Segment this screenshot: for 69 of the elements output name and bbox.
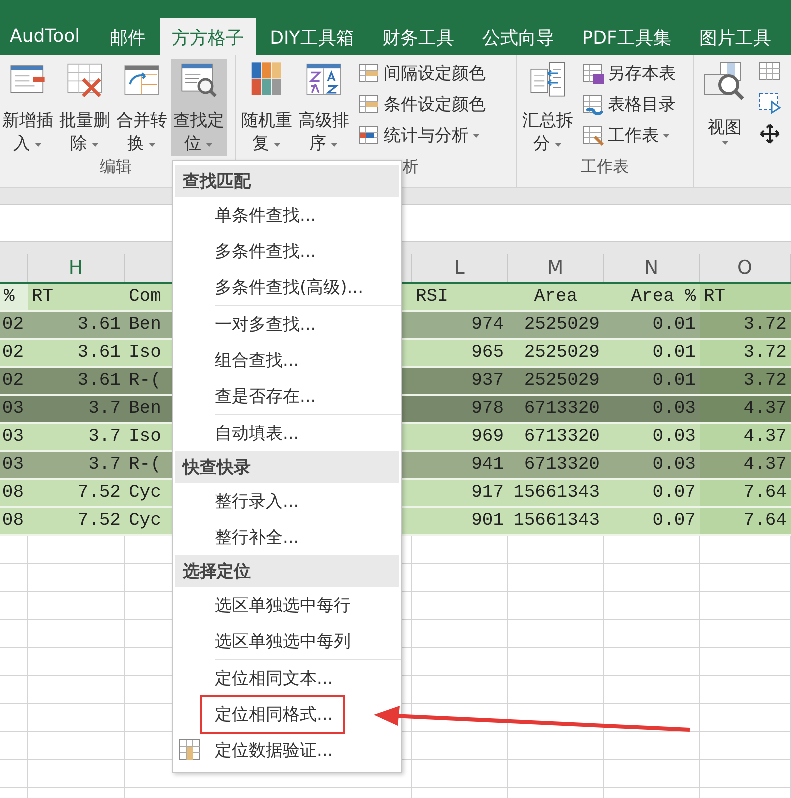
table-cell: 7.64 xyxy=(744,483,787,503)
table-cell: 3.72 xyxy=(744,343,787,363)
menu-section-header: 选择定位 xyxy=(175,555,399,587)
table-cell: 02 xyxy=(2,343,24,363)
table-cell: 4.37 xyxy=(744,427,787,447)
table-cell: 0.07 xyxy=(652,483,696,503)
table-cell: 917 xyxy=(472,483,504,503)
table-cell: 7.64 xyxy=(744,511,787,531)
table-cell: 0.03 xyxy=(652,399,696,419)
table-cell: Ben xyxy=(129,399,162,419)
table-cell: 03 xyxy=(2,427,24,447)
table-cell: 02 xyxy=(2,371,24,391)
table-cell: Cyc xyxy=(129,511,162,531)
table-cell: Iso xyxy=(129,427,162,447)
table-cell: Cyc xyxy=(129,483,162,503)
table-cell: RT xyxy=(32,287,54,307)
table-cell: 4.37 xyxy=(744,399,787,419)
table-cell: 901 xyxy=(472,511,504,531)
table-cell: R-( xyxy=(129,455,162,475)
table-cell: 3.7 xyxy=(88,455,121,475)
table-cell: 0.07 xyxy=(652,511,696,531)
group-label: 析 xyxy=(403,157,419,176)
table-cell: 978 xyxy=(472,399,504,419)
table-cell: 02 xyxy=(2,315,24,335)
table-cell: 08 xyxy=(2,483,24,503)
table-cell: 03 xyxy=(2,399,24,419)
table-cell: 0.03 xyxy=(652,455,696,475)
table-cell: 0.03 xyxy=(652,427,696,447)
table-cell: 2525029 xyxy=(524,315,600,335)
table-cell: 15661343 xyxy=(514,483,600,503)
table-cell: 3.72 xyxy=(744,315,787,335)
table-cell: 3.7 xyxy=(88,427,121,447)
menu-section-header: 快查快录 xyxy=(175,451,399,483)
table-cell: 969 xyxy=(472,427,504,447)
table-cell: 0.01 xyxy=(652,343,696,363)
table-cell: 6713320 xyxy=(524,427,600,447)
table-cell: 15661343 xyxy=(514,511,600,531)
table-cell: Area xyxy=(534,287,578,307)
table-cell: 2525029 xyxy=(524,371,600,391)
table-cell: 0.01 xyxy=(652,371,696,391)
table-cell: 4.37 xyxy=(744,455,787,475)
table-cell: 937 xyxy=(472,371,504,391)
table-cell: 6713320 xyxy=(524,399,600,419)
table-cell: 0.01 xyxy=(652,315,696,335)
table-cell: 3.7 xyxy=(88,399,121,419)
table-cell: 3.61 xyxy=(78,343,121,363)
menu-section-header: 查找匹配 xyxy=(175,165,399,197)
table-cell: 3.61 xyxy=(78,315,121,335)
group-label: 工作表 xyxy=(581,157,629,176)
table-cell: R-( xyxy=(129,371,162,391)
table-cell: Area % xyxy=(631,287,696,307)
table-cell: Ben xyxy=(129,315,162,335)
table-cell: 08 xyxy=(2,511,24,531)
group-label: 编辑 xyxy=(100,157,132,176)
table-cell: 6713320 xyxy=(524,455,600,475)
table-cell: 974 xyxy=(472,315,504,335)
table-cell: 7.52 xyxy=(78,511,121,531)
table-cell: 965 xyxy=(472,343,504,363)
table-cell: Iso xyxy=(129,343,162,363)
table-cell: 941 xyxy=(472,455,504,475)
table-cell: RT xyxy=(704,287,726,307)
table-cell: 3.72 xyxy=(744,371,787,391)
table-cell: Com xyxy=(129,287,162,307)
table-cell: 7.52 xyxy=(78,483,121,503)
table-cell: RSI xyxy=(416,287,448,307)
table-cell: 2525029 xyxy=(524,343,600,363)
table-cell: % xyxy=(4,287,15,307)
table-cell: 3.61 xyxy=(78,371,121,391)
table-cell: 03 xyxy=(2,455,24,475)
